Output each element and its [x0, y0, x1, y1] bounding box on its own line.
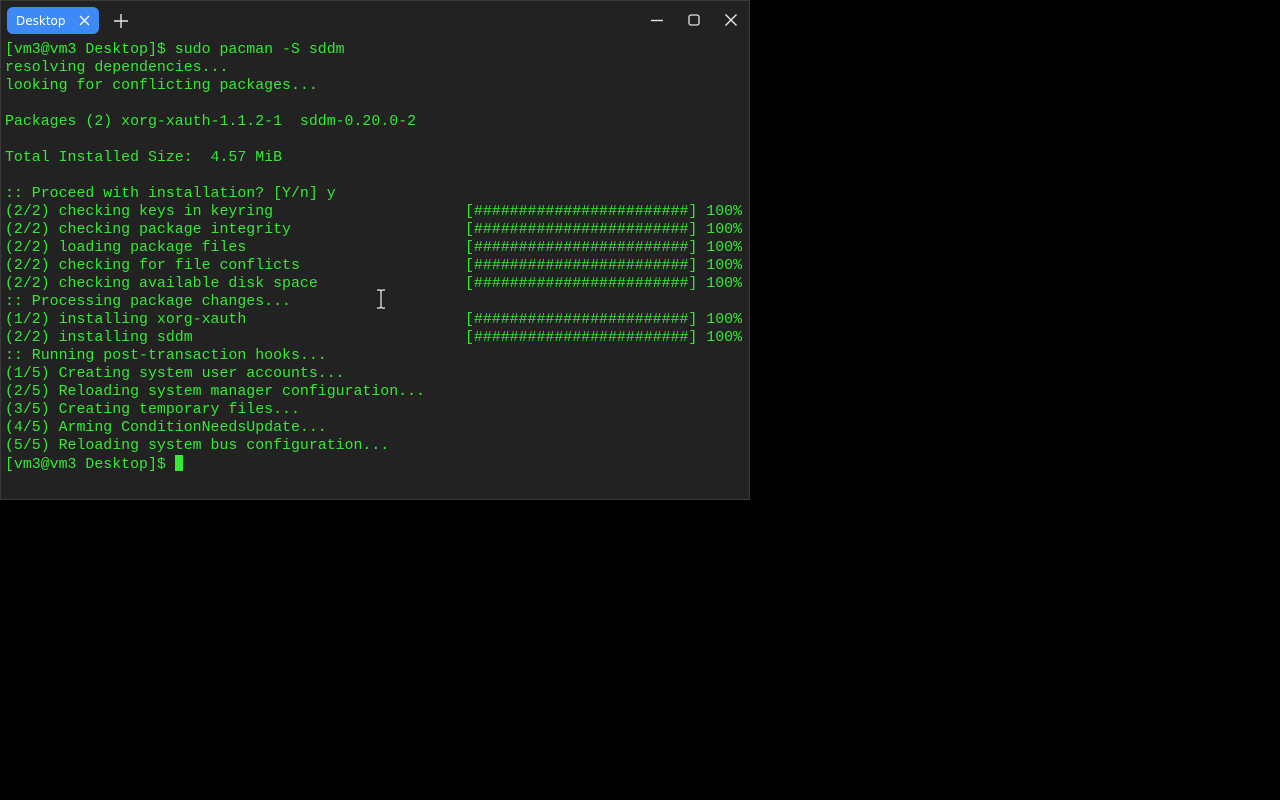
- plus-icon[interactable]: [112, 12, 130, 30]
- terminal-line-text: looking for conflicting packages...: [5, 78, 318, 94]
- terminal-line-text: (2/2) installing sddm: [5, 330, 193, 346]
- prompt-line[interactable]: [vm3@vm3 Desktop]$: [5, 455, 747, 473]
- terminal-line-text: (3/5) Creating temporary files...: [5, 402, 300, 418]
- terminal-line: Packages (2) xorg-xauth-1.1.2-1 sddm-0.2…: [5, 113, 747, 131]
- terminal-line-text: (2/2) checking available disk space: [5, 276, 318, 292]
- progress-bar-text: [########################] 100%: [465, 222, 743, 238]
- progress-bar-text: [########################] 100%: [465, 258, 743, 274]
- progress-bar-text: [########################] 100%: [465, 204, 743, 220]
- terminal-line-text: :: Processing package changes...: [5, 294, 291, 310]
- terminal-line-text: (2/2) checking for file conflicts: [5, 258, 300, 274]
- terminal-line-text: :: Running post-transaction hooks...: [5, 348, 327, 364]
- terminal-line: Total Installed Size: 4.57 MiB: [5, 149, 747, 167]
- terminal-line: looking for conflicting packages...: [5, 77, 747, 95]
- maximize-icon[interactable]: [685, 11, 703, 29]
- tab-desktop[interactable]: Desktop: [7, 7, 99, 34]
- terminal-line-text: (1/5) Creating system user accounts...: [5, 366, 345, 382]
- terminal-line: (3/5) Creating temporary files...: [5, 401, 747, 419]
- terminal-line: (2/5) Reloading system manager configura…: [5, 383, 747, 401]
- close-icon[interactable]: [78, 14, 91, 27]
- terminal-line: (4/5) Arming ConditionNeedsUpdate...: [5, 419, 747, 437]
- minimize-icon[interactable]: [648, 11, 666, 29]
- progress-bar-text: [########################] 100%: [465, 312, 743, 328]
- terminal-line-text: (1/2) installing xorg-xauth: [5, 312, 247, 328]
- terminal-line-text: (4/5) Arming ConditionNeedsUpdate...: [5, 420, 327, 436]
- prompt-text: [vm3@vm3 Desktop]$: [5, 457, 175, 473]
- terminal-line: (2/2) checking keys in keyring [#########…: [5, 203, 747, 221]
- terminal-window: Desktop [vm3@vm3 Desktop]$ sudo pacman -…: [0, 0, 750, 500]
- close-icon[interactable]: [722, 11, 740, 29]
- title-bar: Desktop: [1, 1, 749, 39]
- terminal-line: (2/2) checking for file conflicts [######…: [5, 257, 747, 275]
- terminal-line: (1/5) Creating system user accounts...: [5, 365, 747, 383]
- terminal-line-text: Total Installed Size: 4.57 MiB: [5, 150, 283, 166]
- tab-label: Desktop: [16, 13, 66, 28]
- terminal-line-text: [vm3@vm3 Desktop]$ sudo pacman -S sddm: [5, 42, 345, 58]
- terminal-line: resolving dependencies...: [5, 59, 747, 77]
- progress-bar-text: [########################] 100%: [465, 240, 743, 256]
- terminal-line: [vm3@vm3 Desktop]$ sudo pacman -S sddm: [5, 41, 747, 59]
- terminal-line-text: (2/5) Reloading system manager configura…: [5, 384, 425, 400]
- text-cursor-icon: [376, 289, 386, 309]
- terminal-line: (2/2) loading package files [############…: [5, 239, 747, 257]
- terminal-line: :: Running post-transaction hooks...: [5, 347, 747, 365]
- terminal-line-text: (2/2) checking keys in keyring: [5, 204, 274, 220]
- terminal-line: (5/5) Reloading system bus configuration…: [5, 437, 747, 455]
- terminal-line-text: Packages (2) xorg-xauth-1.1.2-1 sddm-0.2…: [5, 114, 417, 130]
- terminal-line: :: Proceed with installation? [Y/n] y: [5, 185, 747, 203]
- terminal-output[interactable]: [vm3@vm3 Desktop]$ sudo pacman -S sddm re…: [5, 41, 747, 495]
- progress-bar-text: [########################] 100%: [465, 276, 743, 292]
- terminal-line-text: (2/2) checking package integrity: [5, 222, 291, 238]
- terminal-line-text: resolving dependencies...: [5, 60, 229, 76]
- progress-bar-text: [########################] 100%: [465, 330, 743, 346]
- terminal-line-text: :: Proceed with installation? [Y/n] y: [5, 186, 336, 202]
- terminal-line: (2/2) installing sddm [##################…: [5, 329, 747, 347]
- terminal-line-text: (2/2) loading package files: [5, 240, 247, 256]
- terminal-line: (2/2) checking package integrity [#######…: [5, 221, 747, 239]
- terminal-cursor: [174, 455, 183, 471]
- terminal-line-text: (5/5) Reloading system bus configuration…: [5, 438, 390, 454]
- terminal-line: (1/2) installing xorg-xauth [############…: [5, 311, 747, 329]
